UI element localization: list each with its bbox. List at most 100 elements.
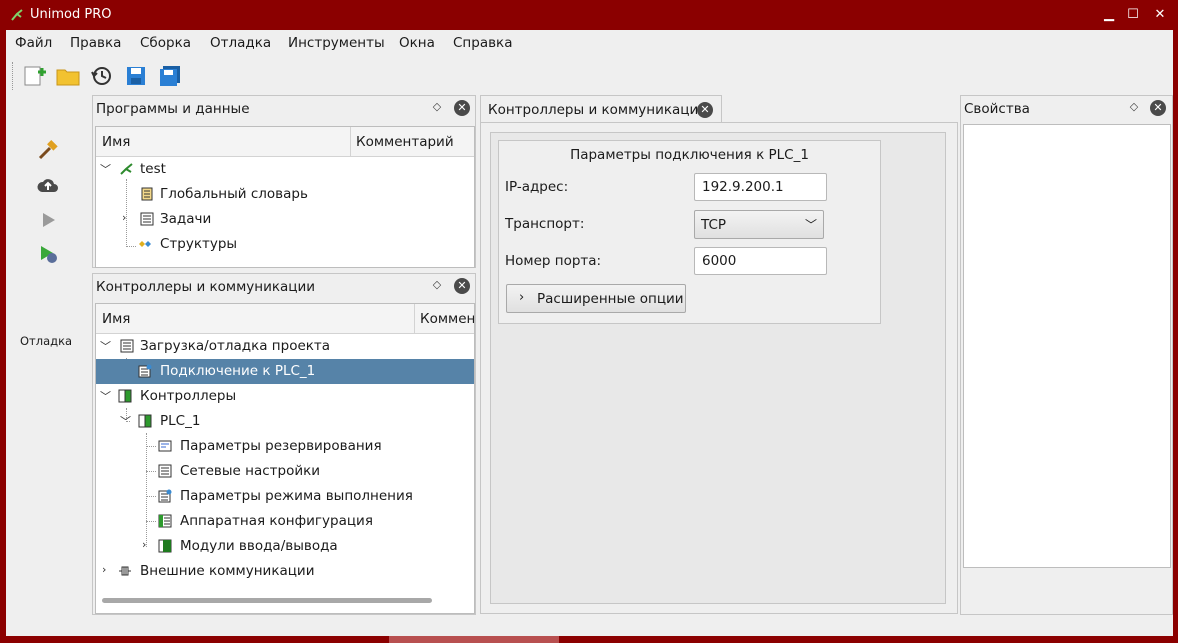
- programs-tree-header: Имя Комментарий: [96, 127, 474, 157]
- tasks-icon: [140, 212, 154, 226]
- dictionary-icon: [141, 187, 153, 201]
- menu-debug[interactable]: Отладка: [210, 35, 271, 51]
- window-title: Unimod PRO: [30, 7, 112, 22]
- hardware-config-icon: [158, 514, 172, 528]
- tree-row[interactable]: › Модули ввода/вывода: [96, 534, 474, 559]
- port-input[interactable]: 6000: [694, 247, 827, 275]
- structures-icon: [139, 241, 151, 247]
- controllers-icon: [118, 389, 132, 403]
- left-toolstrip: Отладка: [6, 96, 92, 636]
- close-tab-icon[interactable]: ✕: [697, 102, 713, 118]
- history-icon[interactable]: [89, 63, 115, 89]
- controllers-tree: Имя Коммент ﹀: [95, 303, 475, 614]
- menu-bar: Файл Правка Сборка Отладка Инструменты О…: [6, 30, 1173, 56]
- tree-row[interactable]: › Задачи: [96, 207, 474, 232]
- close-panel-icon[interactable]: ✕: [454, 100, 470, 116]
- app-logo-icon: [11, 9, 23, 21]
- tree-row[interactable]: ﹀ test: [96, 157, 474, 182]
- close-panel-icon[interactable]: ✕: [1150, 100, 1166, 116]
- float-icon[interactable]: ◇: [430, 278, 444, 292]
- minimize-icon[interactable]: ▁: [1100, 6, 1118, 24]
- tab-content: Параметры подключения к PLC_1 IP-адрес: …: [480, 122, 958, 614]
- build-hammer-icon[interactable]: [36, 138, 60, 162]
- horizontal-scrollbar[interactable]: [102, 598, 432, 603]
- float-icon[interactable]: ◇: [430, 100, 444, 114]
- ip-address-input[interactable]: 192.9.200.1: [694, 173, 827, 201]
- debug-icon[interactable]: [36, 242, 60, 266]
- chevron-right-icon[interactable]: ›: [142, 538, 154, 552]
- menu-tools[interactable]: Инструменты: [288, 35, 385, 51]
- properties-area[interactable]: [963, 124, 1171, 568]
- properties-panel-title: Свойства: [964, 101, 1030, 117]
- plc-icon: [138, 414, 152, 428]
- chevron-down-icon: ﹀: [804, 218, 817, 232]
- tree-row[interactable]: Структуры: [96, 232, 474, 257]
- tab-controllers[interactable]: Контроллеры и коммуникации ✕: [480, 95, 722, 123]
- chevron-right-icon[interactable]: ›: [122, 211, 134, 225]
- column-comment[interactable]: Коммент: [420, 311, 474, 327]
- programs-panel: Программы и данные ◇ ✕ Имя Комментарий ﹀: [92, 95, 476, 268]
- group-title: Параметры подключения к PLC_1: [570, 147, 809, 163]
- column-name[interactable]: Имя: [102, 311, 130, 327]
- chevron-down-icon[interactable]: ﹀: [100, 161, 112, 176]
- controllers-panel: Контроллеры и коммуникации ◇ ✕ Имя Комме…: [92, 273, 476, 615]
- ip-label: IP-адрес:: [505, 179, 569, 195]
- menu-edit[interactable]: Правка: [70, 35, 121, 51]
- chevron-down-icon[interactable]: ﹀: [120, 413, 132, 428]
- new-project-icon[interactable]: [22, 63, 48, 89]
- tree-row[interactable]: Параметры режима выполнения: [96, 484, 474, 509]
- menu-help[interactable]: Справка: [453, 35, 512, 51]
- menu-build[interactable]: Сборка: [140, 35, 191, 51]
- advanced-options-button[interactable]: › Расширенные опции: [506, 284, 686, 313]
- chevron-down-icon[interactable]: ﹀: [100, 338, 112, 353]
- tree-row[interactable]: ﹀ Контроллеры: [96, 384, 474, 409]
- upload-cloud-icon[interactable]: [36, 174, 60, 198]
- connection-icon: [138, 364, 152, 378]
- connection-editor: Параметры подключения к PLC_1 IP-адрес: …: [490, 132, 946, 604]
- toolbar-grip[interactable]: [12, 62, 14, 90]
- controllers-tree-header: Имя Коммент: [96, 304, 474, 334]
- transport-select[interactable]: TCP ﹀: [694, 210, 824, 239]
- save-icon[interactable]: [123, 63, 149, 89]
- run-play-icon[interactable]: [36, 208, 60, 232]
- tree-row[interactable]: ﹀ Загрузка/отладка проекта: [96, 334, 474, 359]
- connection-params-group: Параметры подключения к PLC_1 IP-адрес: …: [498, 140, 881, 324]
- tree-row-selected[interactable]: Подключение к PLC_1: [96, 359, 474, 384]
- column-name[interactable]: Имя: [102, 134, 130, 150]
- io-modules-icon: [158, 539, 172, 553]
- save-all-icon[interactable]: [157, 63, 183, 89]
- tree-row[interactable]: Сетевые настройки: [96, 459, 474, 484]
- tree-row[interactable]: ﹀ PLC_1: [96, 409, 474, 434]
- controllers-panel-title: Контроллеры и коммуникации: [96, 279, 316, 295]
- title-bar[interactable]: Unimod PRO ▁ ☐ ✕: [0, 0, 1178, 30]
- chevron-right-icon[interactable]: ›: [102, 563, 114, 577]
- transport-label: Транспорт:: [505, 216, 585, 232]
- taskbar-strip: [389, 636, 559, 643]
- runtime-params-icon: [158, 489, 172, 503]
- tree-row[interactable]: › Внешние коммуникации: [96, 559, 474, 584]
- open-folder-icon[interactable]: [55, 63, 81, 89]
- debug-label[interactable]: Отладка: [20, 334, 72, 348]
- chevron-down-icon[interactable]: ﹀: [100, 388, 112, 403]
- close-panel-icon[interactable]: ✕: [454, 278, 470, 294]
- tree-row[interactable]: Аппаратная конфигурация: [96, 509, 474, 534]
- tree-row[interactable]: Параметры резервирования: [96, 434, 474, 459]
- external-comm-icon: [119, 566, 131, 576]
- menu-windows[interactable]: Окна: [399, 35, 435, 51]
- app-window: Unimod PRO ▁ ☐ ✕ Файл Правка Сборка Отла…: [0, 0, 1178, 643]
- redundancy-icon: [158, 440, 172, 452]
- close-window-icon[interactable]: ✕: [1151, 6, 1169, 24]
- tree-row[interactable]: Глобальный словарь: [96, 182, 474, 207]
- port-label: Номер порта:: [505, 253, 602, 269]
- maximize-icon[interactable]: ☐: [1124, 6, 1142, 24]
- client-area: Файл Правка Сборка Отладка Инструменты О…: [6, 30, 1173, 636]
- float-icon[interactable]: ◇: [1127, 100, 1141, 114]
- main-toolbar: [6, 58, 1173, 94]
- programs-tree: Имя Комментарий ﹀ test Глобальный словар…: [95, 126, 475, 268]
- chevron-right-icon: ›: [519, 290, 525, 305]
- programs-panel-title: Программы и данные: [96, 101, 250, 117]
- menu-file[interactable]: Файл: [15, 35, 52, 51]
- download-debug-icon: [120, 339, 134, 353]
- project-icon: [120, 163, 133, 175]
- column-comment[interactable]: Комментарий: [356, 134, 454, 150]
